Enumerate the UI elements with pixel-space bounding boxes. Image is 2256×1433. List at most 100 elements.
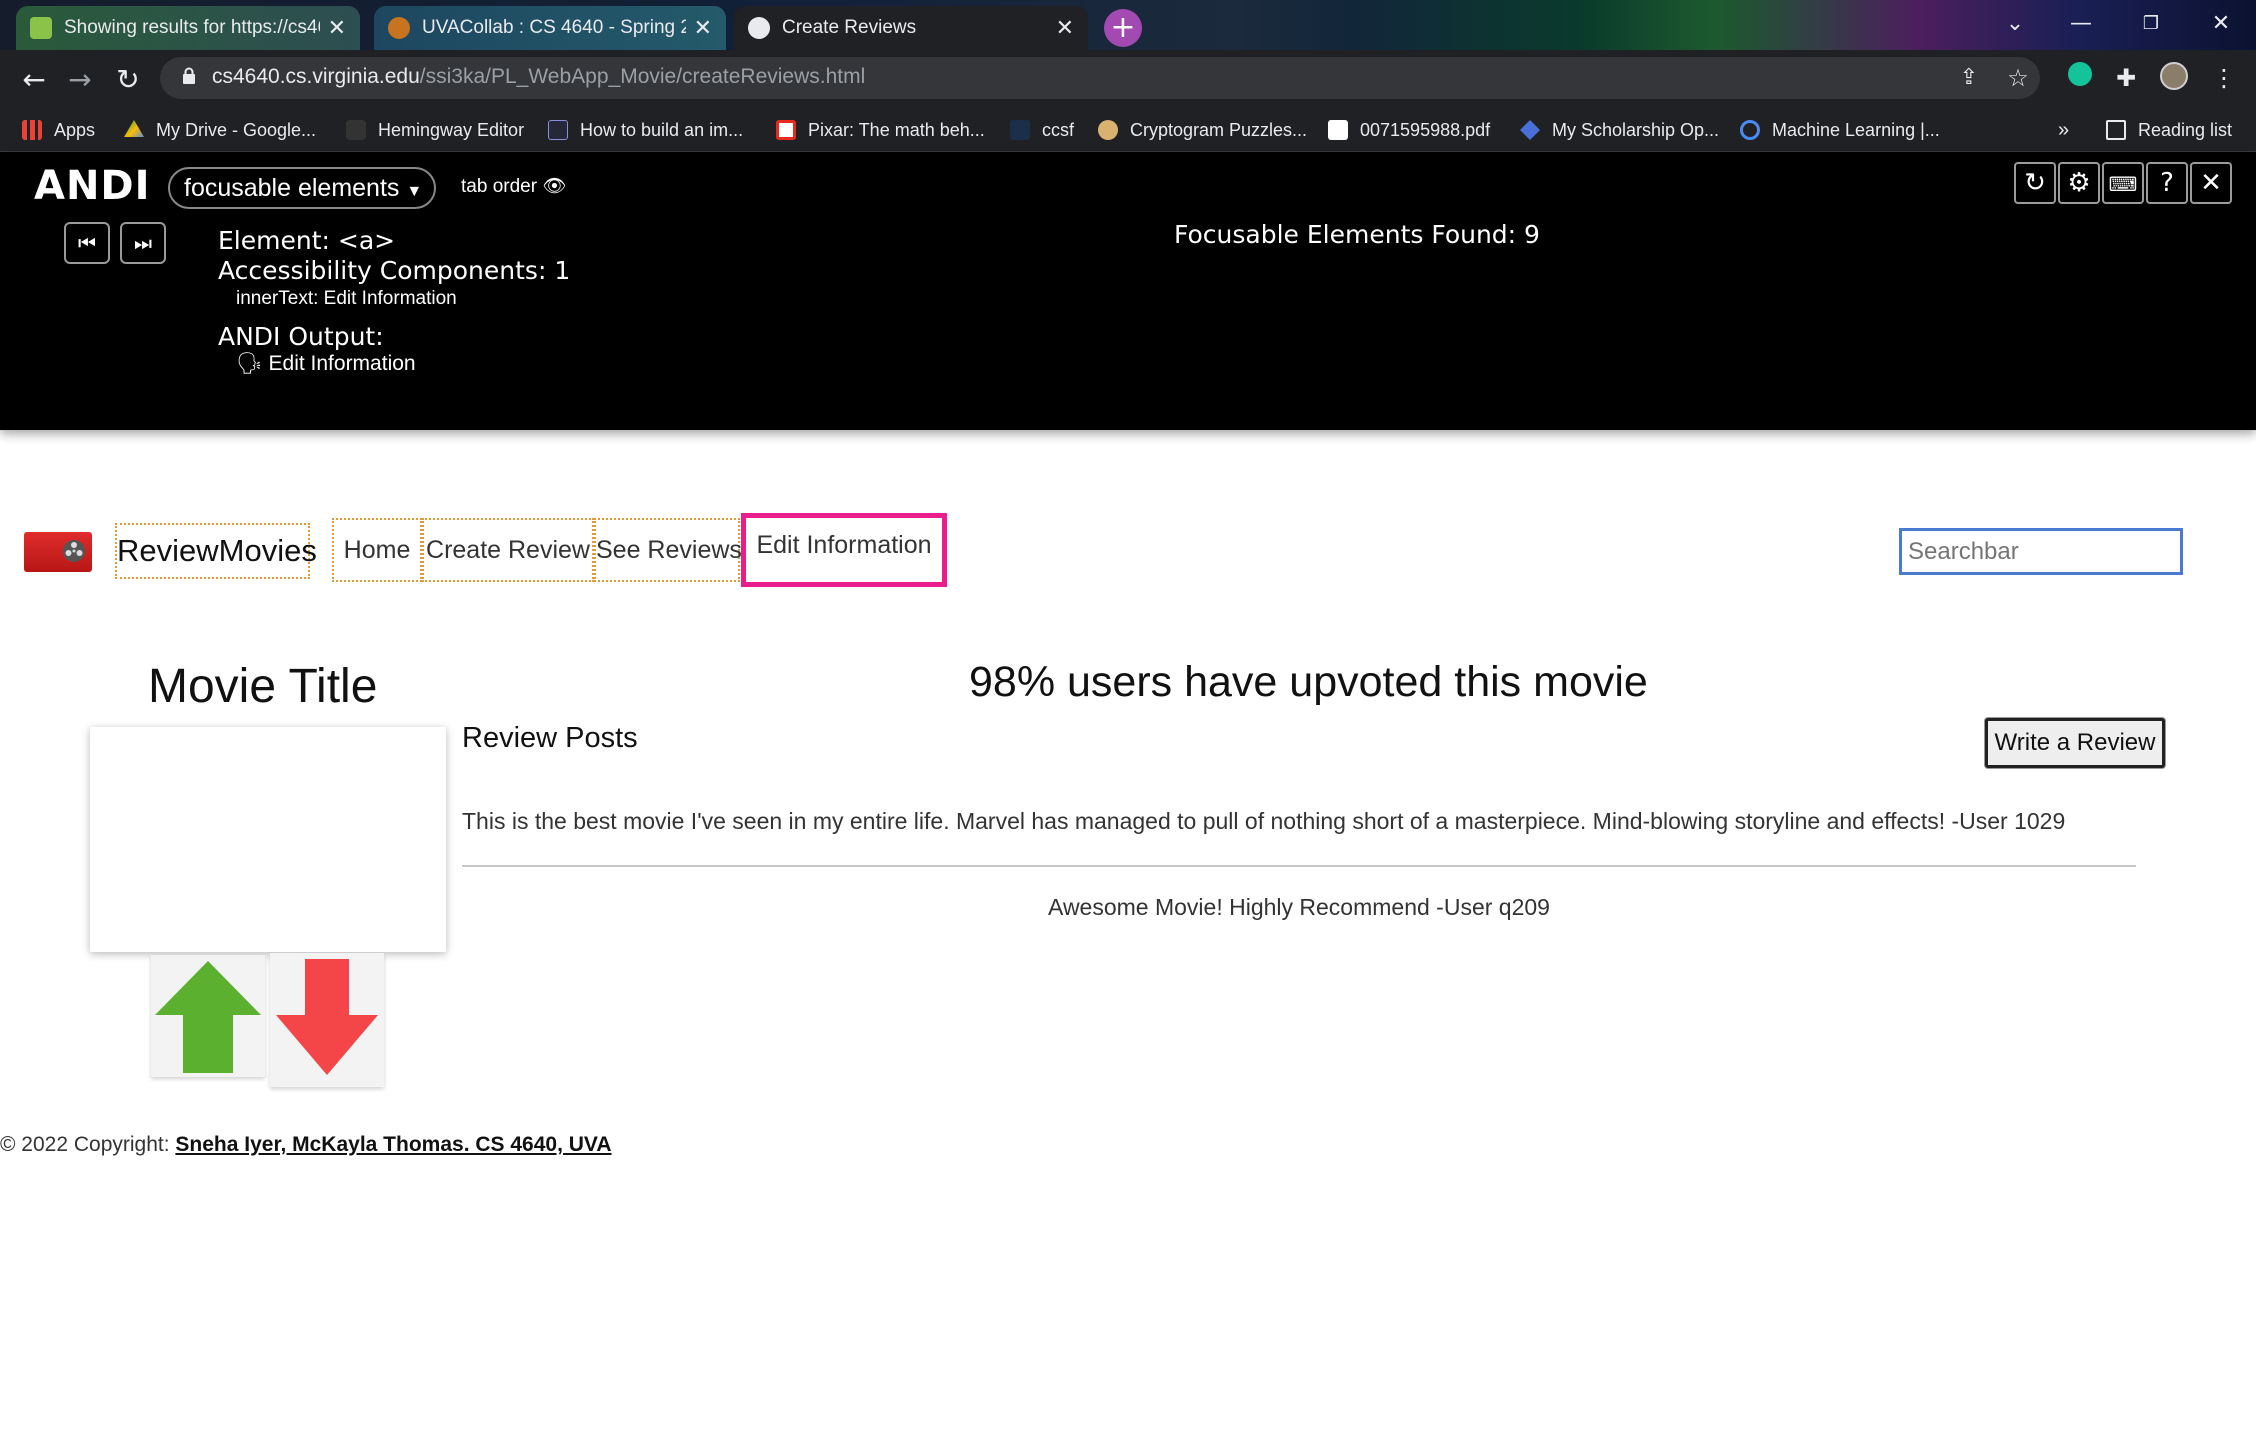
back-icon[interactable]: ← (14, 60, 54, 100)
bookmark-apps[interactable]: Apps (22, 112, 95, 148)
browser-tab-active[interactable]: Create Reviews ✕ (734, 6, 1088, 50)
close-tab-icon[interactable]: ✕ (1056, 15, 1074, 41)
andi-settings-button[interactable]: ⚙ (2058, 162, 2100, 204)
window-close-icon[interactable]: ✕ (2190, 4, 2252, 44)
review-posts-heading: Review Posts (462, 722, 638, 754)
andi-mode-dropdown[interactable]: focusable elements ▼ (168, 167, 436, 209)
footer-copyright: © 2022 Copyright: (0, 1133, 176, 1156)
profile-avatar-icon[interactable] (2158, 62, 2190, 94)
apps-grid-icon (22, 120, 42, 140)
andi-inner-text: innerText: Edit Information (236, 288, 457, 310)
article-icon (548, 120, 568, 140)
google-drive-icon (124, 120, 144, 137)
close-tab-icon[interactable]: ✕ (328, 15, 346, 41)
upvote-percentage: 98% users have upvoted this movie (969, 658, 1648, 706)
tab-favicon-icon (388, 17, 410, 39)
caret-down-icon: ▼ (406, 183, 423, 200)
tab-title: Create Reviews (782, 17, 917, 38)
reading-list-icon (2106, 120, 2126, 140)
ted-icon (776, 120, 796, 140)
grammarly-icon[interactable] (2064, 62, 2096, 94)
andi-mode-label: focusable elements (184, 174, 400, 202)
bookmark-my-drive[interactable]: My Drive - Google... (124, 112, 316, 148)
browser-tab[interactable]: UVACollab : CS 4640 - Spring 20... ✕ (374, 6, 726, 50)
upvote-button[interactable] (151, 955, 265, 1077)
bookmark-how-to-build[interactable]: How to build an im... (548, 112, 743, 148)
downvote-button[interactable] (270, 953, 384, 1087)
andi-logo[interactable]: ANDI (34, 163, 151, 209)
close-tab-icon[interactable]: ✕ (694, 15, 712, 41)
nav-edit-information[interactable]: Edit Information (741, 513, 947, 587)
bookmark-pdf[interactable]: 0071595988.pdf (1328, 112, 1490, 148)
speaker-person-icon: 🗣 (236, 352, 263, 375)
search-input[interactable] (1899, 528, 2183, 575)
tab-order-toggle[interactable]: tab order 👁 (461, 174, 566, 198)
inner-text-value: Edit Information (323, 288, 457, 309)
tab-title: Showing results for https://cs464 (64, 17, 320, 38)
help-icon: ? (2160, 168, 2174, 198)
tab-order-label: tab order (461, 176, 538, 197)
nav-home[interactable]: Home (332, 518, 422, 582)
restore-icon[interactable]: ❐ (2120, 4, 2182, 44)
review-post: Awesome Movie! Highly Recommend -User q2… (1048, 894, 1550, 920)
wh-icon (1010, 120, 1030, 140)
tab-favicon-icon (30, 17, 52, 39)
andi-prev-element-button[interactable]: ⏮ (64, 222, 110, 264)
up-arrow-icon (155, 961, 261, 1073)
nav-create-review[interactable]: Create Review (422, 518, 594, 582)
browser-tab[interactable]: Showing results for https://cs464 ✕ (16, 6, 360, 50)
coursera-icon (1740, 120, 1760, 140)
tab-search-icon[interactable]: ⌄ (1984, 4, 2046, 44)
reading-list-button[interactable]: Reading list (2106, 112, 2232, 148)
eye-icon: 👁 (542, 176, 567, 197)
keyboard-icon: ⌨ (2108, 172, 2138, 196)
andi-keyboard-button[interactable]: ⌨ (2102, 162, 2144, 204)
tab-title: UVACollab : CS 4640 - Spring 20... (422, 17, 686, 38)
movie-title: Movie Title (148, 660, 378, 713)
nav-see-reviews[interactable]: See Reviews (594, 518, 742, 582)
site-brand-link[interactable]: ReviewMovies (115, 523, 317, 579)
bookmark-ccsf[interactable]: ccsf (1010, 112, 1074, 148)
write-review-button[interactable]: Write a Review (1985, 718, 2165, 768)
down-arrow-icon (276, 959, 378, 1075)
bookmark-star-icon[interactable]: ☆ (2002, 62, 2034, 94)
footer-authors-link[interactable]: Sneha Iyer, McKayla Thomas. CS 4640, UVA (175, 1133, 611, 1156)
site-logo[interactable] (24, 532, 92, 572)
menu-kebab-icon[interactable]: ⋮ (2208, 62, 2240, 94)
andi-output: 🗣 Edit Information (236, 352, 416, 376)
forward-icon[interactable]: → (60, 60, 100, 100)
andi-refresh-button[interactable]: ↻ (2014, 162, 2056, 204)
lock-icon[interactable] (182, 67, 196, 85)
globe-icon (748, 17, 770, 39)
minimize-icon[interactable]: — (2050, 4, 2112, 44)
pdf-icon (1328, 120, 1348, 140)
bookmark-machine-learning[interactable]: Machine Learning |... (1740, 112, 1940, 148)
bookmark-hemingway[interactable]: Hemingway Editor (346, 112, 524, 148)
url-text[interactable]: cs4640.cs.virginia.edu/ssi3ka/PL_WebApp_… (212, 65, 865, 89)
share-icon[interactable]: ⇪ (1953, 62, 1985, 94)
review-post: This is the best movie I've seen in my e… (462, 808, 2066, 834)
footer: © 2022 Copyright: Sneha Iyer, McKayla Th… (0, 1133, 612, 1157)
movie-poster (90, 727, 446, 952)
bookmark-scholarship[interactable]: My Scholarship Op... (1520, 112, 1719, 148)
bookmark-cryptogram[interactable]: Cryptogram Puzzles... (1098, 112, 1307, 148)
andi-element-type: Element: <a> (218, 226, 396, 255)
bookmarks-overflow-button[interactable]: » (2058, 112, 2069, 148)
film-reel-icon (63, 540, 85, 562)
gear-icon: ⚙ (2067, 168, 2091, 198)
andi-help-button[interactable]: ? (2146, 162, 2188, 204)
andi-next-element-button[interactable]: ⏭ (120, 222, 166, 264)
close-icon: ✕ (2200, 168, 2222, 198)
refresh-icon: ↻ (2024, 168, 2046, 198)
cryptogram-icon (1098, 120, 1118, 140)
skip-next-icon: ⏭ (134, 231, 152, 255)
new-tab-button[interactable]: + (1104, 9, 1142, 47)
extensions-icon[interactable]: ✚ (2110, 62, 2142, 94)
andi-close-button[interactable]: ✕ (2190, 162, 2232, 204)
reload-icon[interactable]: ↻ (108, 60, 148, 100)
inner-text-label: innerText: (236, 288, 319, 309)
bookmark-pixar[interactable]: Pixar: The math beh... (776, 112, 985, 148)
andi-found-count: Focusable Elements Found: 9 (1174, 220, 1540, 249)
review-divider (462, 865, 2136, 867)
andi-output-label: ANDI Output: (218, 322, 384, 351)
